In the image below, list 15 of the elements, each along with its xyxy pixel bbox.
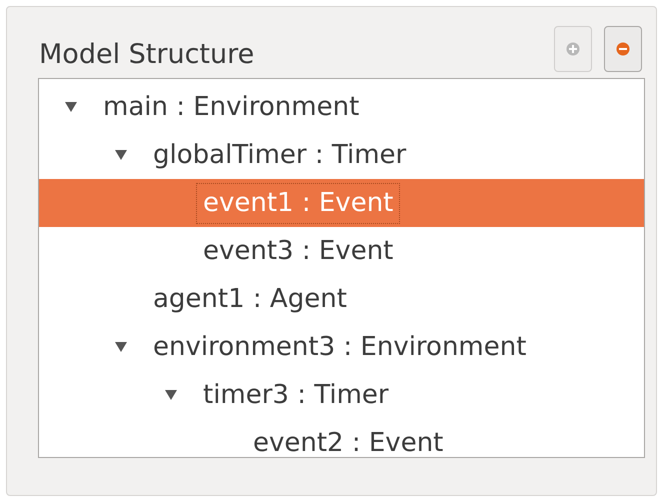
tree-item[interactable]: event3 : Event <box>39 227 644 275</box>
expander-icon[interactable] <box>165 390 177 400</box>
remove-button[interactable] <box>604 26 642 72</box>
tree-item[interactable]: main : Environment <box>39 83 644 131</box>
tree-item[interactable]: globalTimer : Timer <box>39 131 644 179</box>
plus-icon <box>566 42 580 56</box>
expander-icon[interactable] <box>65 102 77 112</box>
minus-icon <box>616 42 630 56</box>
tree-item[interactable]: timer3 : Timer <box>39 371 644 419</box>
tree-item[interactable]: event2 : Event <box>39 419 644 457</box>
expander-icon[interactable] <box>115 342 127 352</box>
tree-item[interactable]: environment3 : Environment <box>39 323 644 371</box>
tree-item[interactable]: agent1 : Agent <box>39 275 644 323</box>
panel-title: Model Structure <box>39 41 254 68</box>
expander-icon[interactable] <box>115 150 127 160</box>
